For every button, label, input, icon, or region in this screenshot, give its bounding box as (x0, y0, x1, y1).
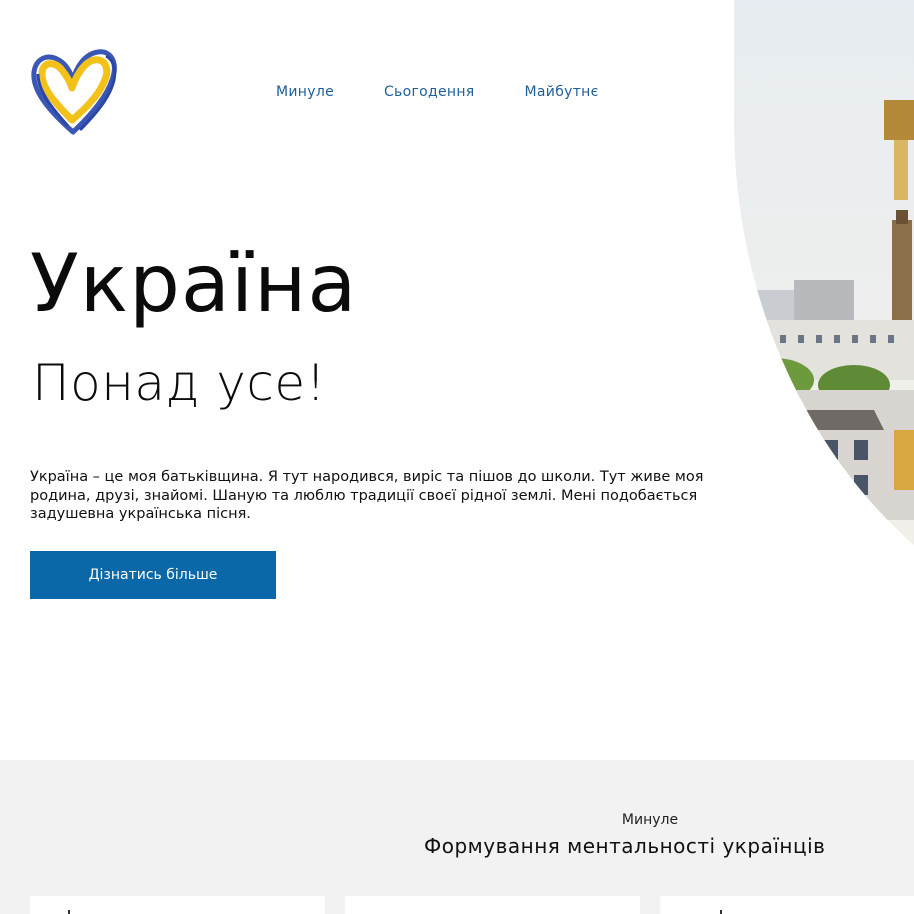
card-mark (720, 910, 722, 914)
logo[interactable] (28, 40, 118, 140)
hero-section: Минуле Сьогодення Майбутнє Україна Понад… (0, 0, 914, 760)
section-eyebrow: Минуле (621, 812, 679, 828)
page-title: Україна (30, 237, 358, 330)
heart-icon (31, 49, 117, 135)
main-nav: Минуле Сьогодення Майбутнє (276, 84, 599, 100)
card-mark (68, 910, 70, 914)
intro-text: Україна – це моя батьківщина. Я тут наро… (30, 469, 704, 522)
hero-photo (734, 0, 914, 650)
nav-item-future[interactable]: Майбутнє (525, 84, 599, 100)
card[interactable] (30, 896, 325, 914)
card[interactable] (345, 896, 640, 914)
learn-more-button[interactable]: Дізнатись більше (30, 551, 276, 599)
past-section: Минуле Формування ментальності українців (0, 760, 914, 914)
nav-item-present[interactable]: Сьогодення (384, 84, 475, 100)
card[interactable] (660, 896, 914, 914)
nav-item-past[interactable]: Минуле (276, 84, 334, 100)
page-subtitle: Понад усе! (32, 354, 327, 412)
section-title: Формування ментальності українців (424, 834, 826, 858)
